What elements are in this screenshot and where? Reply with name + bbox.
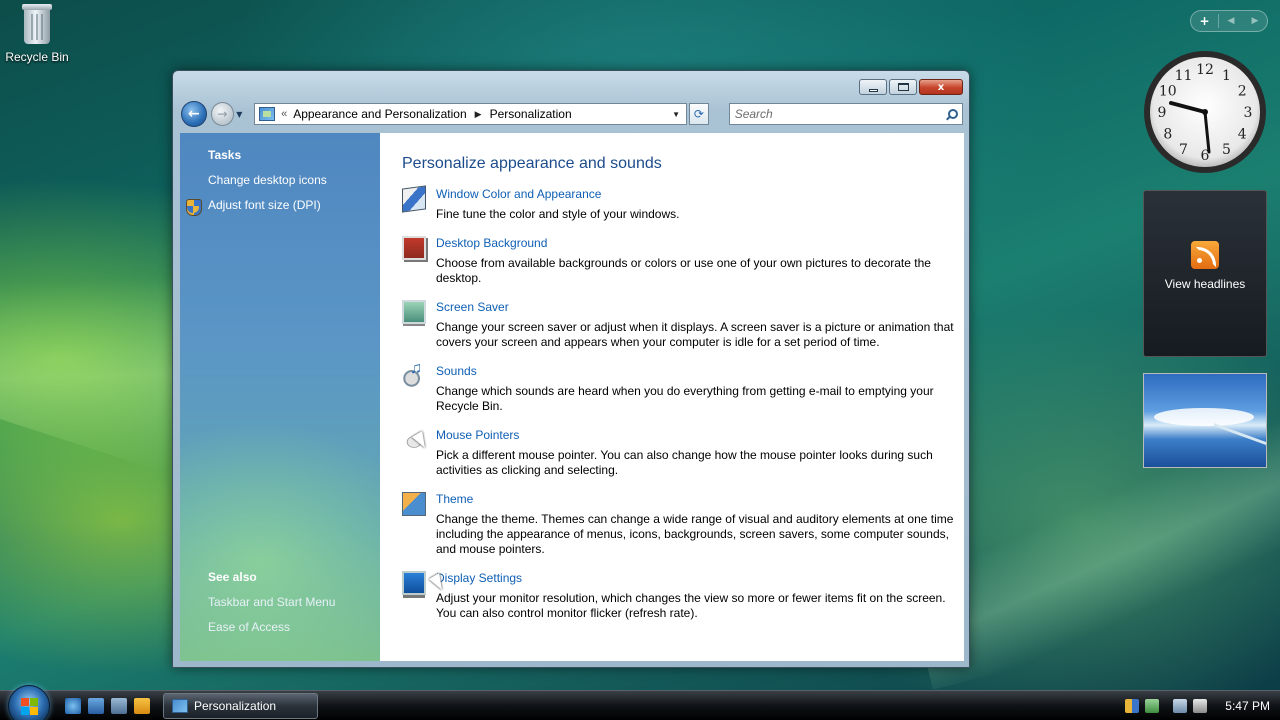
add-gadget-button[interactable]: + — [1191, 14, 1219, 28]
personalization-window: x ← → ▼ « Appearance and Personalization… — [172, 70, 970, 668]
clock-time[interactable]: 5:47 PM — [1225, 699, 1270, 713]
search-input[interactable]: Search — [728, 103, 963, 125]
clock-numeral: 11 — [1175, 68, 1193, 84]
sounds-icon — [402, 360, 426, 388]
recycle-bin-icon — [20, 2, 54, 46]
navigation-bar: ← → ▼ « Appearance and Personalization ▶… — [181, 100, 963, 128]
feed-headlines-gadget[interactable]: View headlines — [1143, 190, 1267, 357]
windows-logo-icon — [21, 698, 39, 716]
window-color-icon — [402, 185, 426, 213]
window-color-description: Fine tune the color and style of your wi… — [436, 207, 680, 221]
search-placeholder: Search — [734, 107, 773, 121]
clock-center — [1202, 109, 1208, 115]
view-headlines-label[interactable]: View headlines — [1144, 277, 1266, 291]
rss-icon — [1191, 241, 1219, 269]
clock-numeral: 3 — [1244, 105, 1253, 121]
recycle-bin-label: Recycle Bin — [5, 50, 69, 64]
security-shield-icon[interactable] — [1125, 699, 1139, 713]
taskbar-personalization-button[interactable]: Personalization — [163, 693, 318, 719]
address-chevron[interactable]: « — [281, 108, 287, 120]
windows-update-icon[interactable] — [1145, 699, 1159, 713]
close-icon: x — [937, 81, 945, 93]
sounds-description: Change which sounds are heard when you d… — [436, 384, 934, 413]
see-also-taskbar-start-menu[interactable]: Taskbar and Start Menu — [208, 595, 335, 609]
minimize-icon — [868, 88, 878, 92]
volume-muted-icon[interactable] — [1193, 699, 1207, 713]
clock-numeral: 2 — [1238, 84, 1247, 100]
theme-icon — [402, 492, 426, 516]
clock-numeral: 7 — [1179, 142, 1188, 158]
next-gadget-page-button[interactable]: ▶ — [1243, 16, 1267, 26]
sidebar-controls: + ◀ ▶ — [1190, 10, 1268, 32]
clock-numeral: 10 — [1159, 84, 1177, 100]
content-pane: Personalize appearance and sounds Window… — [380, 133, 964, 661]
desktop: Recycle Bin x ← → ▼ « Appearance and Per… — [0, 0, 1280, 690]
display-settings-link[interactable]: Display Settings — [436, 571, 522, 585]
desktop-background-description: Choose from available backgrounds or col… — [436, 256, 931, 285]
breadcrumb-appearance[interactable]: Appearance and Personalization — [293, 107, 466, 121]
control-panel-icon — [259, 107, 276, 121]
start-button[interactable] — [8, 685, 50, 720]
slideshow-image — [1154, 408, 1254, 426]
window-color-link[interactable]: Window Color and Appearance — [436, 187, 601, 201]
recent-pages-dropdown[interactable]: ▼ — [236, 110, 248, 119]
see-also-heading: See also — [208, 570, 257, 584]
minimize-button[interactable] — [859, 79, 887, 95]
screen-saver-description: Change your screen saver or adjust when … — [436, 320, 954, 349]
task-adjust-font-size[interactable]: Adjust font size (DPI) — [208, 198, 321, 212]
refresh-icon: ⟳ — [693, 107, 704, 121]
recycle-bin[interactable]: Recycle Bin — [4, 2, 70, 64]
maximize-button[interactable] — [889, 79, 917, 95]
see-also-ease-of-access[interactable]: Ease of Access — [208, 620, 290, 634]
previous-gadget-page-button[interactable]: ◀ — [1219, 16, 1243, 26]
system-tray: 5:47 PM — [1125, 691, 1280, 720]
screen-saver-link[interactable]: Screen Saver — [436, 300, 509, 314]
slideshow-gadget[interactable] — [1143, 373, 1267, 468]
mouse-pointers-description: Pick a different mouse pointer. You can … — [436, 448, 933, 477]
clock-gadget[interactable]: 12 1234567891011 — [1143, 50, 1267, 174]
desktop-background-icon — [402, 236, 426, 260]
control-panel-icon — [172, 699, 188, 713]
forward-arrow-icon: → — [217, 107, 228, 121]
breadcrumb-personalization[interactable]: Personalization — [490, 107, 572, 121]
network-icon[interactable] — [1173, 699, 1187, 713]
tasks-pane: Tasks Change desktop icons Adjust font s… — [180, 133, 380, 661]
task-change-desktop-icons[interactable]: Change desktop icons — [208, 173, 327, 187]
clock-numeral: 8 — [1163, 127, 1172, 143]
clock-numeral: 9 — [1158, 105, 1167, 121]
slideshow-image-detail — [1214, 423, 1266, 467]
taskbar: Personalization 5:47 PM — [0, 685, 1280, 720]
clock-numeral: 4 — [1238, 127, 1247, 143]
refresh-button[interactable]: ⟳ — [689, 103, 709, 125]
show-desktop-icon[interactable] — [88, 698, 104, 714]
address-bar[interactable]: « Appearance and Personalization ▶ Perso… — [254, 103, 687, 125]
back-button[interactable]: ← — [181, 101, 207, 127]
maximize-icon — [897, 83, 909, 91]
search-icon[interactable] — [945, 108, 958, 120]
breadcrumb-separator-icon[interactable]: ▶ — [475, 109, 482, 120]
clock-numeral: 12 — [1196, 62, 1214, 78]
taskbar-personalization-label: Personalization — [194, 699, 277, 713]
mouse-pointers-link[interactable]: Mouse Pointers — [436, 428, 519, 442]
window-controls: x — [859, 79, 963, 95]
theme-description: Change the theme. Themes can change a wi… — [436, 512, 954, 556]
clock-numeral: 1 — [1222, 68, 1231, 84]
forward-button[interactable]: → — [210, 102, 235, 126]
display-settings-icon — [402, 571, 426, 595]
internet-explorer-icon[interactable] — [65, 698, 81, 714]
switch-windows-icon[interactable] — [111, 698, 127, 714]
sounds-link[interactable]: Sounds — [436, 364, 477, 378]
back-arrow-icon: ← — [187, 106, 200, 122]
media-player-icon[interactable] — [134, 698, 150, 714]
close-button[interactable]: x — [919, 79, 963, 95]
page-title: Personalize appearance and sounds — [402, 155, 662, 172]
theme-link[interactable]: Theme — [436, 492, 473, 506]
uac-shield-icon — [186, 199, 202, 216]
display-settings-description: Adjust your monitor resolution, which ch… — [436, 591, 946, 620]
desktop-background-link[interactable]: Desktop Background — [436, 236, 547, 250]
clock-numeral: 5 — [1222, 142, 1231, 158]
screen-saver-icon — [402, 300, 426, 324]
address-dropdown-icon[interactable]: ▼ — [672, 110, 680, 119]
tasks-heading: Tasks — [208, 148, 242, 162]
